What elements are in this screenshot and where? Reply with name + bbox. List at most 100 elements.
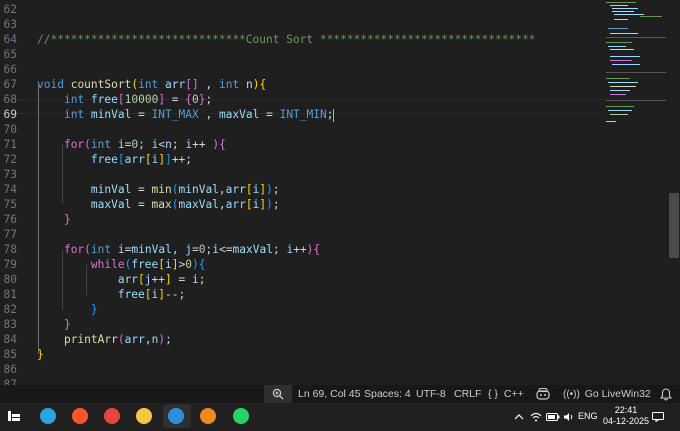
- code-text: free[i]--;: [37, 287, 185, 302]
- code-line[interactable]: 72 free[arr[i]]++;: [0, 152, 600, 167]
- wifi-icon[interactable]: [530, 403, 542, 429]
- code-line[interactable]: 74 minVal = min(minVal,arr[i]);: [0, 182, 600, 197]
- code-token: {: [313, 243, 321, 256]
- notification-center-icon[interactable]: [652, 403, 664, 429]
- code-line[interactable]: 85}: [0, 347, 600, 362]
- code-token: min: [151, 183, 172, 196]
- volume-icon[interactable]: [563, 403, 575, 429]
- code-line[interactable]: 63: [0, 17, 600, 32]
- file-explorer-icon[interactable]: [134, 406, 154, 426]
- code-token: {: [198, 258, 206, 271]
- code-line[interactable]: 71 for(int i=0; i<n; i++ ){: [0, 137, 600, 152]
- code-line[interactable]: 73: [0, 167, 600, 182]
- input-language[interactable]: ENG: [578, 403, 598, 429]
- battery-icon[interactable]: [546, 403, 560, 429]
- line-number: 83: [3, 318, 17, 331]
- line-number: 79: [3, 258, 17, 271]
- code-line[interactable]: 64 //*****************************Count S…: [0, 32, 600, 47]
- code-line[interactable]: 77: [0, 227, 600, 242]
- cursor-position[interactable]: Ln 69, Col 45: [298, 385, 360, 403]
- code-line[interactable]: 62: [0, 2, 600, 17]
- code-token: while: [90, 258, 125, 271]
- code-line[interactable]: 68 int free[10000] = {0};: [0, 92, 600, 107]
- code-line[interactable]: 76 }: [0, 212, 600, 227]
- language-mode[interactable]: { } C++: [488, 385, 524, 403]
- code-token: [: [138, 273, 145, 286]
- zoom-button[interactable]: [264, 385, 292, 403]
- copilot-icon[interactable]: [536, 385, 550, 403]
- code-line[interactable]: 82 }: [0, 302, 600, 317]
- line-number: 71: [3, 138, 17, 151]
- code-token: INT_MAX: [151, 108, 199, 121]
- code-line[interactable]: 84 printArr(arr,n);: [0, 332, 600, 347]
- code-token: }: [63, 213, 71, 226]
- widgets-icon[interactable]: [4, 406, 24, 426]
- code-line[interactable]: 69 int minVal = INT_MAX , maxVal = INT_M…: [0, 107, 600, 122]
- whatsapp-icon[interactable]: [231, 406, 251, 426]
- code-line[interactable]: 78 for(int i=minVal, j=0;i<=maxVal; i++)…: [0, 242, 600, 257]
- code-line[interactable]: 80 arr[j++] = i;: [0, 272, 600, 287]
- code-token: int: [138, 78, 159, 91]
- code-token: =: [131, 198, 152, 211]
- code-token: max: [151, 198, 172, 211]
- notifications-bell-icon[interactable]: [659, 385, 673, 403]
- code-line[interactable]: 70: [0, 122, 600, 137]
- code-line[interactable]: 83 }: [0, 317, 600, 332]
- indent-guide: [38, 84, 39, 354]
- code-token: void: [37, 78, 64, 91]
- code-token: --;: [165, 288, 186, 301]
- code-line[interactable]: 65: [0, 47, 600, 62]
- line-number: 72: [3, 153, 17, 166]
- vertical-scrollbar[interactable]: [668, 0, 680, 385]
- code-token: maxVal: [90, 198, 132, 211]
- brave-icon[interactable]: [70, 406, 90, 426]
- code-token: maxVal: [232, 243, 273, 256]
- code-line[interactable]: 67 void countSort(int arr[] , int n){: [0, 77, 600, 92]
- code-text: }: [37, 317, 71, 332]
- platform-label[interactable]: Win32: [621, 385, 651, 403]
- code-text: }: [37, 212, 71, 227]
- code-token: (: [117, 333, 125, 346]
- code-line[interactable]: 79 while(free[i]>0){: [0, 257, 600, 272]
- eol-setting[interactable]: CRLF: [454, 385, 481, 403]
- clock[interactable]: 22:41 04-12-2025: [602, 405, 650, 431]
- code-token: ;: [205, 93, 213, 106]
- telegram-icon[interactable]: [38, 406, 58, 426]
- code-line[interactable]: 66: [0, 62, 600, 77]
- code-token: ++;: [171, 153, 193, 166]
- code-line[interactable]: 86: [0, 362, 600, 377]
- line-number: 86: [3, 363, 17, 376]
- code-token: {: [219, 138, 226, 151]
- indentation-setting[interactable]: Spaces: 4: [364, 385, 411, 403]
- go-live-button[interactable]: ((•)) Go Live: [563, 385, 621, 403]
- chrome-icon[interactable]: [102, 406, 122, 426]
- code-token: ++: [192, 138, 213, 151]
- vlc-icon[interactable]: [198, 406, 218, 426]
- code-line[interactable]: 81 free[i]--;: [0, 287, 600, 302]
- braces-icon: { }: [488, 388, 498, 400]
- code-line[interactable]: 75 maxVal = max(maxVal,arr[i]);: [0, 197, 600, 212]
- code-editor[interactable]: 62 63 64 //*****************************Cou…: [0, 0, 680, 385]
- clock-time: 22:41: [614, 405, 638, 415]
- code-token: []: [185, 78, 199, 91]
- code-line[interactable]: 87: [0, 377, 600, 385]
- vscode-icon[interactable]: [166, 406, 186, 426]
- indent-guide: [62, 250, 63, 310]
- code-token: maxVal: [218, 108, 260, 121]
- line-number: 78: [3, 243, 17, 256]
- code-token: <=: [219, 243, 233, 256]
- code-token: ]: [165, 273, 172, 286]
- chevron-up-icon[interactable]: [514, 403, 524, 429]
- scrollbar-thumb[interactable]: [669, 193, 679, 258]
- encoding-setting[interactable]: UTF-8: [416, 385, 446, 403]
